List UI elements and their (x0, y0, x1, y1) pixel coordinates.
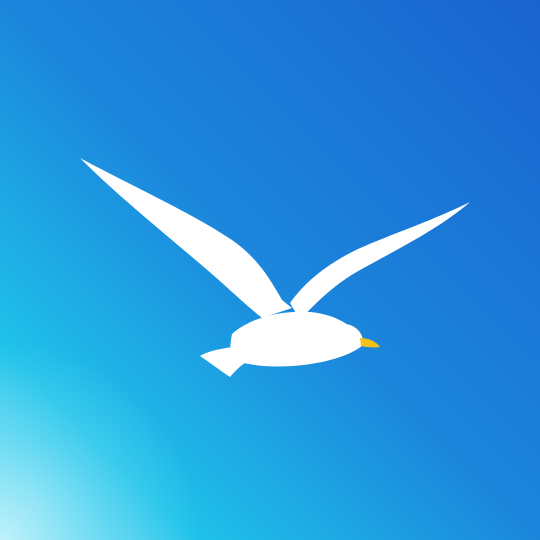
app-icon (0, 0, 540, 540)
sky-corner-glow (0, 0, 540, 540)
seagull-icon-graphic (0, 0, 540, 540)
